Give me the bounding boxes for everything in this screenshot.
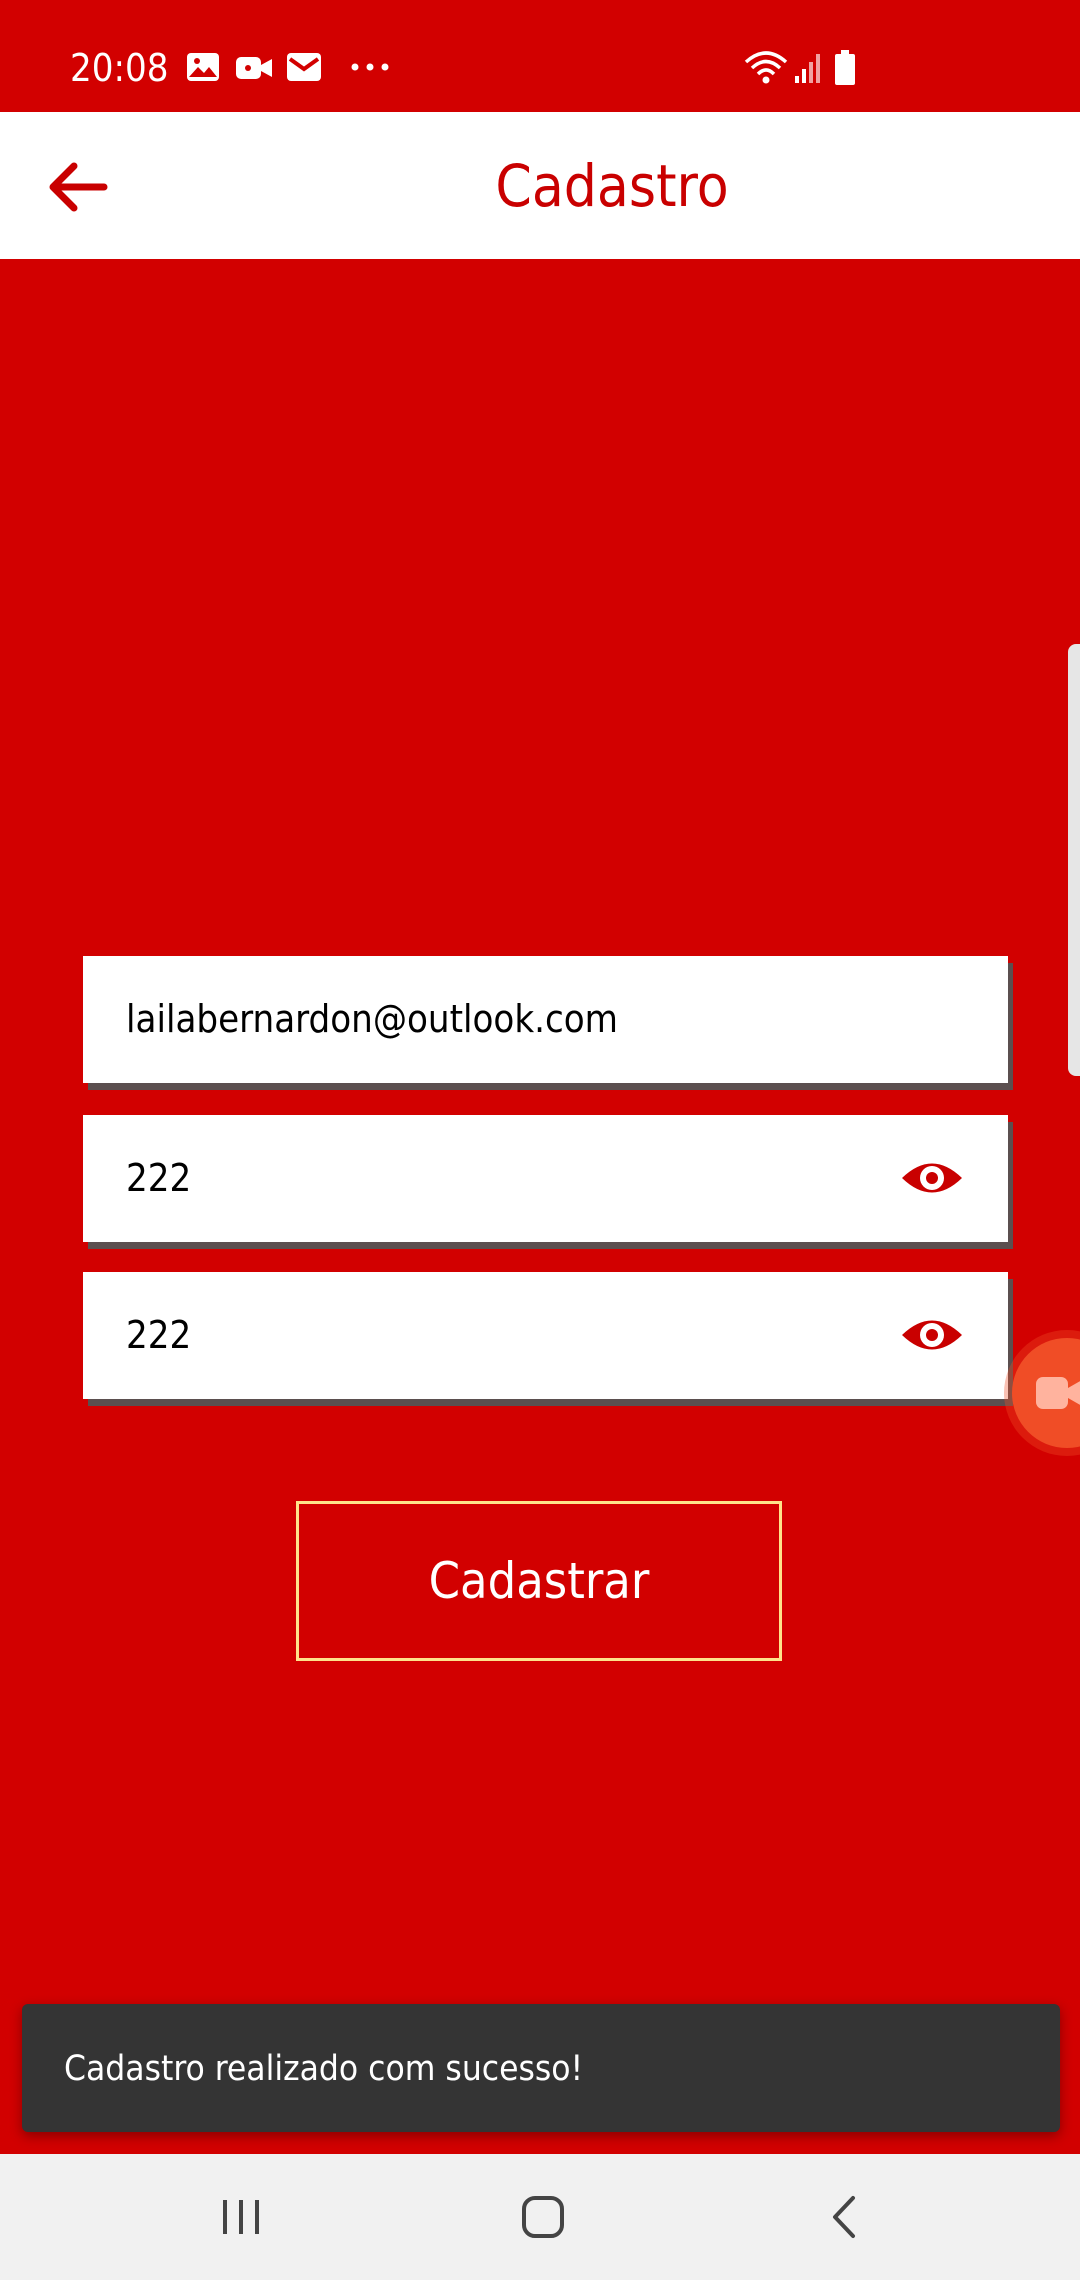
signal-icon bbox=[795, 54, 820, 83]
password-field[interactable]: 222 bbox=[83, 1115, 1008, 1242]
floating-recorder-button[interactable] bbox=[1012, 1338, 1080, 1448]
confirm-password-field[interactable]: 222 bbox=[83, 1272, 1008, 1399]
image-icon bbox=[187, 53, 219, 81]
password-value: 222 bbox=[126, 1156, 192, 1200]
app-bar: Cadastro bbox=[0, 112, 1080, 259]
confirm-password-value: 222 bbox=[126, 1313, 192, 1357]
toast-message: Cadastro realizado com sucesso! bbox=[64, 2049, 584, 2089]
status-bar: 20:08 bbox=[0, 0, 1080, 112]
wifi-icon bbox=[744, 51, 788, 84]
page-title: Cadastro bbox=[495, 152, 729, 220]
eye-icon[interactable] bbox=[900, 1153, 964, 1203]
eye-icon[interactable] bbox=[900, 1310, 964, 1360]
cadastrar-button[interactable]: Cadastrar bbox=[296, 1501, 782, 1661]
more-dots-icon bbox=[351, 63, 389, 71]
home-icon[interactable] bbox=[503, 2184, 583, 2250]
back-icon[interactable] bbox=[805, 2184, 885, 2250]
recent-apps-icon[interactable] bbox=[201, 2184, 281, 2250]
email-value: lailabernardon@outlook.com bbox=[126, 997, 618, 1041]
scroll-handle[interactable] bbox=[1068, 644, 1080, 1076]
email-field[interactable]: lailabernardon@outlook.com bbox=[83, 956, 1008, 1083]
video-camera-icon bbox=[1036, 1377, 1080, 1409]
mail-icon bbox=[287, 53, 321, 81]
toast: Cadastro realizado com sucesso! bbox=[22, 2004, 1060, 2132]
battery-icon bbox=[835, 50, 855, 85]
navigation-bar bbox=[0, 2154, 1080, 2280]
status-time: 20:08 bbox=[70, 46, 169, 90]
video-camera-icon bbox=[236, 57, 272, 79]
